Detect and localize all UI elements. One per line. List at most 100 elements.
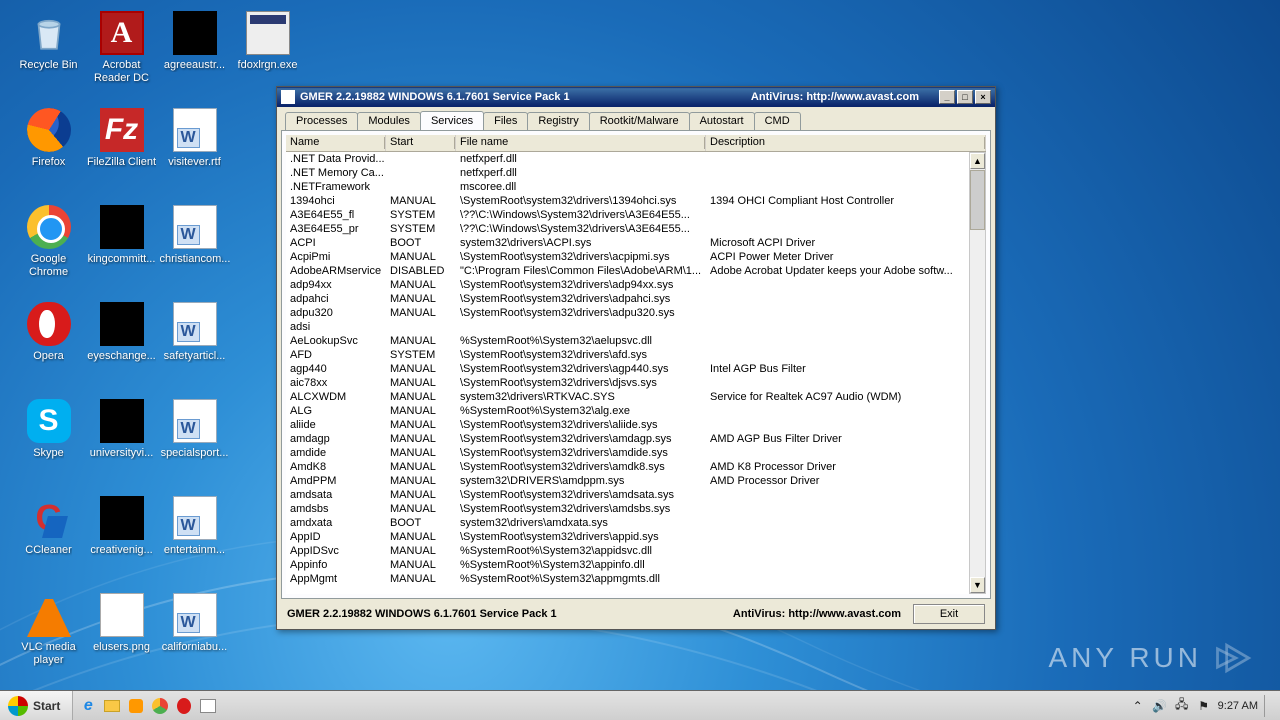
service-row[interactable]: aic78xxMANUAL\SystemRoot\system32\driver… (286, 376, 969, 390)
service-row[interactable]: AeLookupSvcMANUAL%SystemRoot%\System32\a… (286, 334, 969, 348)
cell: "C:\Program Files\Common Files\Adobe\ARM… (456, 264, 706, 278)
ccleaner-icon (27, 496, 71, 540)
show-desktop-button[interactable] (1264, 695, 1274, 717)
scroll-up-button[interactable]: ▲ (970, 153, 985, 169)
tab-processes[interactable]: Processes (285, 112, 358, 131)
cell: AcpiPmi (286, 250, 386, 264)
desktop-icon-label: kingcommitt... (88, 253, 156, 266)
desktop-icon-label: Opera (33, 350, 64, 363)
tab-autostart[interactable]: Autostart (689, 112, 755, 131)
service-row[interactable]: AppinfoMANUAL%SystemRoot%\System32\appin… (286, 558, 969, 572)
service-row[interactable]: amdsataMANUAL\SystemRoot\system32\driver… (286, 488, 969, 502)
flag-icon[interactable]: ⚑ (1196, 698, 1212, 714)
desktop-icon[interactable]: visitever.rtf (158, 105, 231, 200)
desktop-icon[interactable]: Opera (12, 299, 85, 394)
tab-modules[interactable]: Modules (357, 112, 421, 131)
desktop-icon[interactable]: entertainm... (158, 493, 231, 588)
service-row[interactable]: aliideMANUAL\SystemRoot\system32\drivers… (286, 418, 969, 432)
service-row[interactable]: ALGMANUAL%SystemRoot%\System32\alg.exe (286, 404, 969, 418)
service-row[interactable]: AmdPPMMANUALsystem32\DRIVERS\amdppm.sysA… (286, 474, 969, 488)
service-row[interactable]: A3E64E55_prSYSTEM\??\C:\Windows\System32… (286, 222, 969, 236)
title-bar[interactable]: GMER 2.2.19882 WINDOWS 6.1.7601 Service … (277, 87, 995, 107)
scroll-down-button[interactable]: ▼ (970, 577, 985, 593)
opera-taskbar-icon[interactable] (173, 695, 195, 717)
service-row[interactable]: amdxataBOOTsystem32\drivers\amdxata.sys (286, 516, 969, 530)
clock[interactable]: 9:27 AM (1218, 700, 1258, 712)
col-name[interactable]: Name (286, 135, 386, 151)
cell: MANUAL (386, 250, 456, 264)
maximize-button[interactable]: □ (957, 90, 973, 104)
desktop-icon[interactable]: Google Chrome (12, 202, 85, 297)
volume-icon[interactable]: 🔊 (1152, 698, 1168, 714)
col-start[interactable]: Start (386, 135, 456, 151)
service-row[interactable]: amdsbsMANUAL\SystemRoot\system32\drivers… (286, 502, 969, 516)
service-row[interactable]: agp440MANUAL\SystemRoot\system32\drivers… (286, 362, 969, 376)
service-row[interactable]: ACPIBOOTsystem32\drivers\ACPI.sysMicroso… (286, 236, 969, 250)
service-row[interactable]: adpu320MANUAL\SystemRoot\system32\driver… (286, 306, 969, 320)
service-row[interactable]: adp94xxMANUAL\SystemRoot\system32\driver… (286, 278, 969, 292)
desktop-icon[interactable]: christiancom... (158, 202, 231, 297)
service-row[interactable]: AcpiPmiMANUAL\SystemRoot\system32\driver… (286, 250, 969, 264)
service-row[interactable]: AFDSYSTEM\SystemRoot\system32\drivers\af… (286, 348, 969, 362)
desktop-icon[interactable]: VLC media player (12, 590, 85, 685)
tab-files[interactable]: Files (483, 112, 528, 131)
scroll-thumb[interactable] (970, 170, 985, 230)
service-row[interactable]: amdideMANUAL\SystemRoot\system32\drivers… (286, 446, 969, 460)
desktop-icon[interactable]: FzFileZilla Client (85, 105, 158, 200)
service-row[interactable]: amdagpMANUAL\SystemRoot\system32\drivers… (286, 432, 969, 446)
tab-registry[interactable]: Registry (527, 112, 589, 131)
desktop-icon[interactable]: Firefox (12, 105, 85, 200)
tab-rootkitmalware[interactable]: Rootkit/Malware (589, 112, 690, 131)
cell: A3E64E55_pr (286, 222, 386, 236)
desktop-icon[interactable]: californiabu... (158, 590, 231, 685)
media-player-icon[interactable] (125, 695, 147, 717)
desktop-icon[interactable]: universityvi... (85, 396, 158, 491)
service-row[interactable]: .NET Memory Ca...netfxperf.dll (286, 166, 969, 180)
service-row[interactable]: .NETFrameworkmscoree.dll (286, 180, 969, 194)
desktop-icon[interactable]: safetyarticl... (158, 299, 231, 394)
gmer-taskbar-icon[interactable] (197, 695, 219, 717)
service-row[interactable]: AppIDMANUAL\SystemRoot\system32\drivers\… (286, 530, 969, 544)
explorer-icon[interactable] (101, 695, 123, 717)
desktop-icon[interactable]: kingcommitt... (85, 202, 158, 297)
minimize-button[interactable]: _ (939, 90, 955, 104)
ie-icon[interactable]: e (77, 695, 99, 717)
chrome-taskbar-icon[interactable] (149, 695, 171, 717)
desktop-icon-label: eyeschange... (87, 350, 156, 363)
cell: MANUAL (386, 376, 456, 390)
tray-expand-icon[interactable]: ⌃ (1130, 698, 1146, 714)
tab-services[interactable]: Services (420, 111, 484, 130)
desktop-icon[interactable]: specialsport... (158, 396, 231, 491)
service-row[interactable]: ALCXWDMMANUALsystem32\drivers\RTKVAC.SYS… (286, 390, 969, 404)
service-row[interactable]: A3E64E55_flSYSTEM\??\C:\Windows\System32… (286, 208, 969, 222)
start-button[interactable]: Start (0, 691, 73, 720)
service-row[interactable]: 1394ohciMANUAL\SystemRoot\system32\drive… (286, 194, 969, 208)
desktop-icon[interactable]: eyeschange... (85, 299, 158, 394)
service-row[interactable]: AdobeARMserviceDISABLED"C:\Program Files… (286, 264, 969, 278)
desktop-icon[interactable]: elusers.png (85, 590, 158, 685)
tab-cmd[interactable]: CMD (754, 112, 801, 131)
service-row[interactable]: AppIDSvcMANUAL%SystemRoot%\System32\appi… (286, 544, 969, 558)
desktop-icon[interactable]: AAcrobat Reader DC (85, 8, 158, 103)
service-row[interactable]: adsi (286, 320, 969, 334)
services-list[interactable]: Name Start File name Description .NET Da… (286, 135, 986, 594)
col-filename[interactable]: File name (456, 135, 706, 151)
desktop-icon[interactable]: CCleaner (12, 493, 85, 588)
desktop-icon[interactable]: Recycle Bin (12, 8, 85, 103)
col-description[interactable]: Description (706, 135, 986, 151)
desktop-icon[interactable]: agreeaustr... (158, 8, 231, 103)
desktop-icon-label: Recycle Bin (19, 59, 77, 72)
exit-button[interactable]: Exit (913, 604, 985, 624)
service-row[interactable]: AmdK8MANUAL\SystemRoot\system32\drivers\… (286, 460, 969, 474)
service-row[interactable]: adpahciMANUAL\SystemRoot\system32\driver… (286, 292, 969, 306)
desktop-icon[interactable]: creativenig... (85, 493, 158, 588)
cell (706, 446, 969, 460)
vertical-scrollbar[interactable]: ▲ ▼ (969, 152, 986, 594)
network-icon[interactable]: 🖧 (1174, 698, 1190, 714)
service-row[interactable]: .NET Data Provid...netfxperf.dll (286, 152, 969, 166)
service-row[interactable]: AppMgmtMANUAL%SystemRoot%\System32\appmg… (286, 572, 969, 586)
desktop-icon[interactable]: SSkype (12, 396, 85, 491)
list-header[interactable]: Name Start File name Description (286, 135, 986, 152)
close-button[interactable]: × (975, 90, 991, 104)
desktop: Recycle Bin AAcrobat Reader DCagreeaustr.… (12, 8, 272, 688)
